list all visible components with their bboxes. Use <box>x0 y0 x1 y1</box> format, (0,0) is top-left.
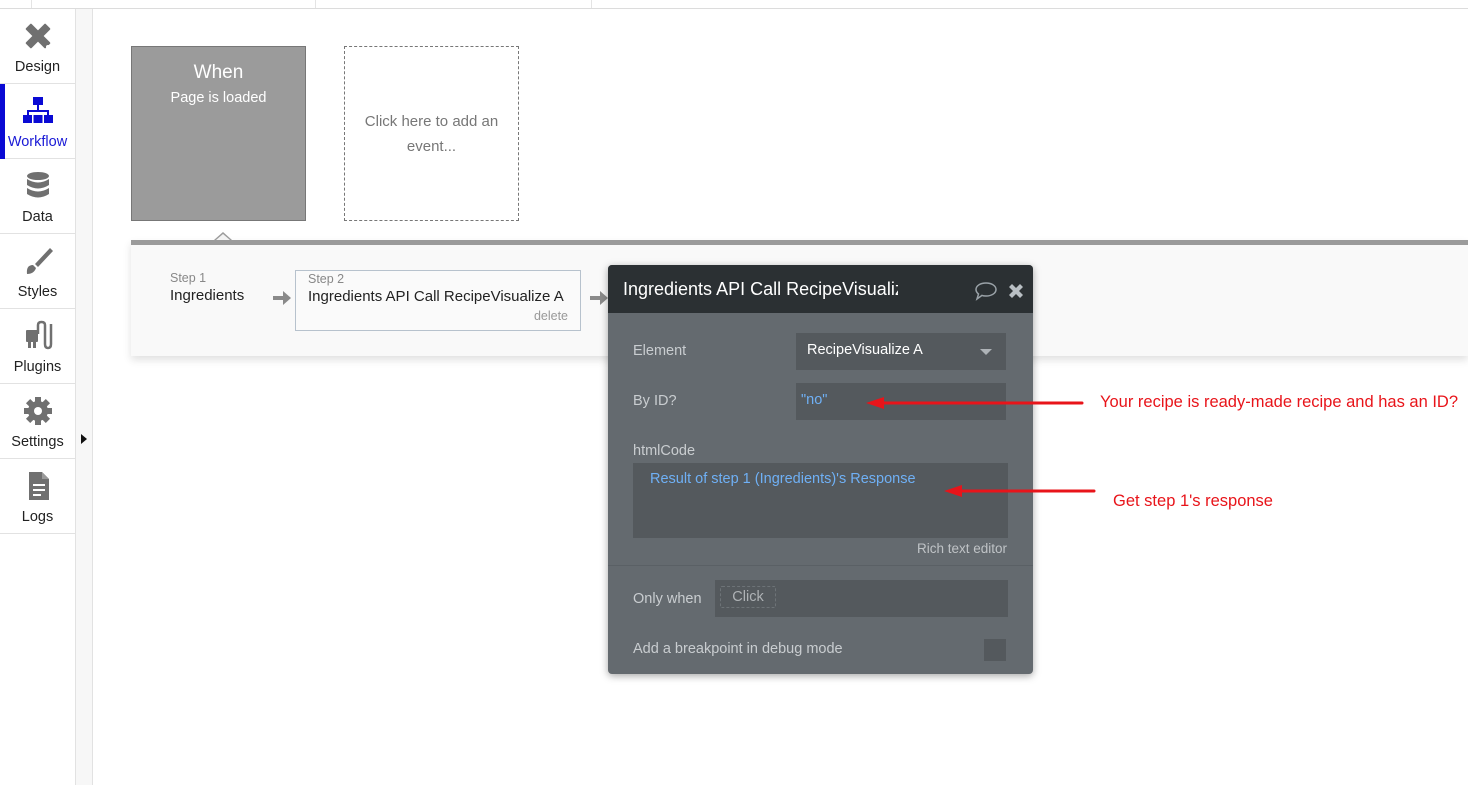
sidebar-item-label: Design <box>14 59 61 75</box>
add-event-button[interactable]: Click here to add an event... <box>344 46 519 221</box>
annotation-by-id: Your recipe is ready-made recipe and has… <box>1100 393 1459 411</box>
sidebar-item-label: Logs <box>21 509 54 525</box>
sidebar-item-label: Workflow <box>7 134 68 150</box>
document-icon <box>29 472 49 500</box>
plug-icon <box>26 320 53 350</box>
element-label: Element <box>633 343 687 359</box>
sidebar-item-plugins[interactable]: Plugins <box>0 309 75 384</box>
step-1[interactable]: Step 1 Ingredients <box>170 271 244 304</box>
popup-title: Ingredients API Call RecipeVisualize A <box>623 279 898 299</box>
breakpoint-label: Add a breakpoint in debug mode <box>633 641 843 657</box>
popup-divider <box>608 565 1033 566</box>
top-bar-divider <box>31 0 32 8</box>
expand-panel-caret-icon[interactable] <box>81 434 87 444</box>
event-card-page-loaded[interactable]: When Page is loaded <box>131 46 306 221</box>
sidebar-item-settings[interactable]: Settings <box>0 384 75 459</box>
top-bar-divider <box>591 0 592 8</box>
sidebar-item-label: Settings <box>11 434 64 450</box>
top-bar <box>0 0 1468 9</box>
html-code-label: htmlCode <box>633 443 696 459</box>
sidebar: Design Workflow Data Styles Plugins Sett… <box>0 9 76 785</box>
close-icon[interactable] <box>1007 282 1025 300</box>
sidebar-gutter <box>76 9 93 785</box>
element-value: RecipeVisualize A <box>807 342 923 358</box>
html-code-input[interactable]: Result of step 1 (Ingredients)'s Respons… <box>633 463 1008 538</box>
element-dropdown[interactable]: RecipeVisualize A <box>796 333 1006 370</box>
html-code-value: Result of step 1 (Ingredients)'s Respons… <box>650 471 916 487</box>
step-number: Step 1 <box>170 271 207 285</box>
action-editor-popup: Ingredients API Call RecipeVisualize A E… <box>608 265 1033 674</box>
sidebar-item-label: Styles <box>17 284 58 300</box>
design-icon <box>25 23 51 49</box>
by-id-value: "no" <box>801 392 828 408</box>
only-when-input[interactable]: Click <box>715 580 1008 617</box>
top-bar-divider <box>315 0 316 8</box>
sidebar-item-label: Plugins <box>13 359 62 375</box>
step-name: Ingredients API Call RecipeVisualize A <box>308 288 564 305</box>
only-when-placeholder[interactable]: Click <box>720 586 776 608</box>
arrow-right-icon <box>273 291 291 305</box>
chevron-down-icon <box>980 349 992 355</box>
sidebar-item-logs[interactable]: Logs <box>0 459 75 534</box>
event-card-trigger: Page is loaded <box>170 90 267 106</box>
by-id-label: By ID? <box>633 393 677 409</box>
workflow-icon <box>23 97 53 123</box>
comment-icon[interactable] <box>974 281 998 301</box>
sidebar-item-label: Data <box>22 209 53 225</box>
add-event-label: Click here to add an event... <box>364 112 499 155</box>
step-name: Ingredients <box>170 287 245 304</box>
event-card-title: When <box>193 62 244 83</box>
gear-icon <box>24 397 52 425</box>
delete-step-link[interactable]: delete <box>534 309 568 323</box>
sidebar-item-data[interactable]: Data <box>0 159 75 234</box>
annotation-arrow-1 <box>866 397 1084 409</box>
only-when-label: Only when <box>633 591 702 607</box>
annotation-arrow-2 <box>944 485 1096 497</box>
sidebar-item-styles[interactable]: Styles <box>0 234 75 309</box>
annotation-step-response: Get step 1's response <box>1113 492 1273 510</box>
strip-pointer <box>214 232 232 240</box>
popup-header: Ingredients API Call RecipeVisualize A <box>608 265 1033 313</box>
rich-text-editor-link[interactable]: Rich text editor <box>917 541 1007 556</box>
step-2[interactable]: Step 2 Ingredients API Call RecipeVisual… <box>295 270 581 331</box>
database-icon <box>27 172 49 198</box>
arrow-right-icon <box>590 291 608 305</box>
bubble-editor: Design Workflow Data Styles Plugins Sett… <box>0 0 1468 785</box>
sidebar-item-workflow[interactable]: Workflow <box>0 84 75 159</box>
breakpoint-checkbox[interactable] <box>984 639 1006 661</box>
brush-icon <box>26 248 53 274</box>
step-number: Step 2 <box>308 272 345 286</box>
sidebar-item-design[interactable]: Design <box>0 9 75 84</box>
